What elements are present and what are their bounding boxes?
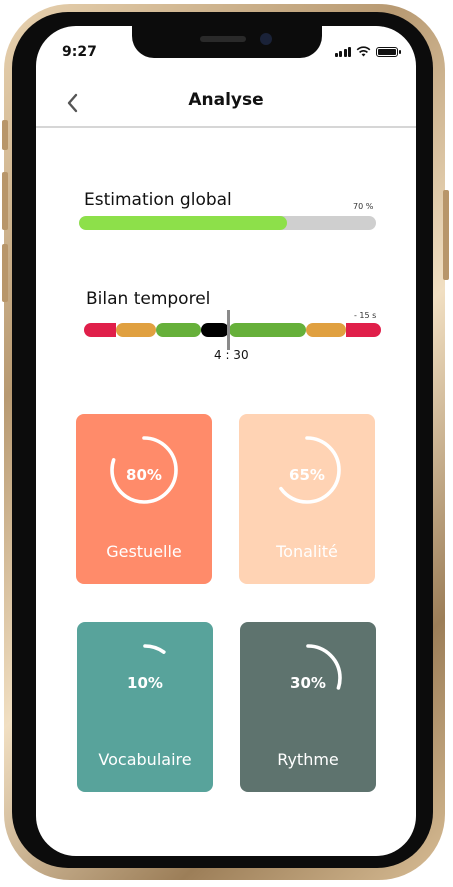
status-icons	[334, 46, 401, 57]
bilan-timeline	[84, 323, 381, 337]
front-camera	[260, 33, 272, 45]
speaker-grille	[200, 36, 246, 42]
timeline-segment	[156, 323, 201, 337]
card-label: Gestuelle	[106, 542, 182, 561]
mute-switch	[2, 120, 8, 150]
notch	[132, 26, 322, 58]
card-gestuelle[interactable]: 80% Gestuelle	[76, 414, 212, 584]
timeline-segment	[346, 323, 381, 337]
timeline-segment	[116, 323, 156, 337]
volume-up-button	[2, 172, 8, 230]
app-header: Analyse	[36, 84, 416, 126]
wifi-icon	[356, 46, 371, 57]
card-percent: 30%	[290, 674, 326, 692]
estimation-value: 70 %	[353, 202, 374, 211]
power-button	[443, 190, 449, 280]
card-percent: 65%	[289, 466, 325, 484]
status-time: 9:27	[62, 44, 97, 60]
card-label: Vocabulaire	[98, 750, 192, 769]
bilan-offset: - 15 s	[354, 311, 377, 320]
battery-icon	[376, 47, 401, 57]
timeline-segment	[229, 323, 306, 337]
card-percent: 10%	[127, 674, 163, 692]
estimation-label: Estimation global	[84, 190, 232, 210]
card-vocabulaire[interactable]: 10% Vocabulaire	[77, 622, 213, 792]
timeline-segment	[306, 323, 346, 337]
app-screen: 9:27 Analyse Estimation global 70 % Bila…	[36, 26, 416, 856]
estimation-progress-bar	[79, 216, 376, 230]
cursor-time: 4 : 30	[214, 348, 249, 362]
volume-down-button	[2, 244, 8, 302]
card-tonalite[interactable]: 65% Tonalité	[239, 414, 375, 584]
card-label: Tonalité	[276, 542, 338, 561]
timeline-segment	[201, 323, 229, 337]
bilan-label: Bilan temporel	[86, 289, 211, 309]
card-label: Rythme	[277, 750, 339, 769]
timeline-cursor[interactable]	[227, 310, 230, 350]
header-divider	[36, 126, 416, 128]
signal-icon	[334, 47, 351, 57]
page-title: Analyse	[188, 90, 264, 110]
estimation-progress-fill	[79, 216, 287, 230]
card-rythme[interactable]: 30% Rythme	[240, 622, 376, 792]
timeline-segment	[84, 323, 116, 337]
card-percent: 80%	[126, 466, 162, 484]
